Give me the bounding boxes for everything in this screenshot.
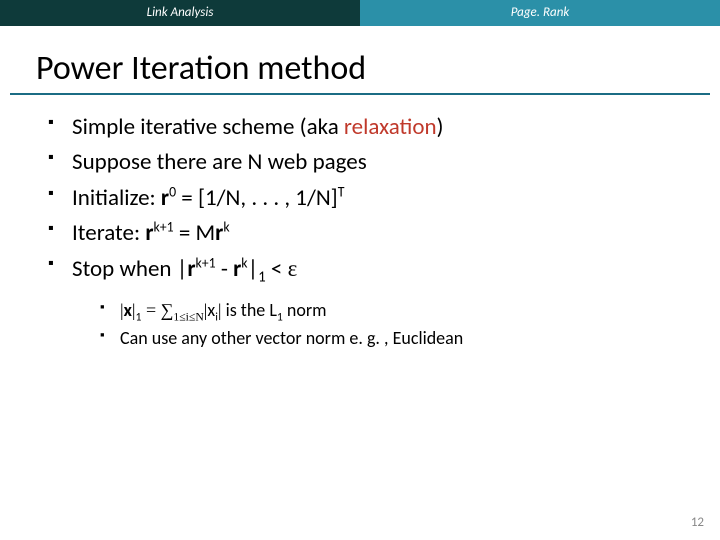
b5-sub1: 1 (258, 269, 266, 287)
b3-r: r (161, 184, 169, 212)
b4-eq: = M (174, 219, 216, 247)
b4-sup2: k (223, 218, 229, 235)
tab-link-analysis: Link Analysis (0, 0, 360, 26)
bullet-3: Initialize: r0 = [1/N, . . . , 1/N]T (48, 182, 680, 215)
b5-sup1: k+1 (196, 255, 216, 272)
b1-post: ) (437, 113, 444, 141)
b5-eps: ε (288, 256, 298, 281)
b5-r1: r (187, 255, 195, 283)
b4-sup1: k+1 (154, 218, 174, 235)
b1-highlight: relaxation (344, 113, 437, 141)
page-number: 12 (691, 515, 704, 530)
s1-x1: x (124, 299, 132, 321)
sub-bullet-2: Can use any other vector norm e. g. , Eu… (100, 325, 720, 352)
tab-page-rank: Page. Rank (360, 0, 720, 26)
s1-sum: = ∑ (141, 300, 173, 320)
b5-mid: - (216, 255, 233, 283)
b3-mid: = [1/N, . . . , 1/N] (176, 184, 338, 212)
b3-supT: T (338, 183, 345, 200)
b5-pre: Stop when | (72, 255, 187, 283)
title-underline (10, 93, 710, 95)
slide-title: Power Iteration method (36, 48, 720, 89)
tab-bar: Link Analysis Page. Rank (0, 0, 720, 26)
s1-sumsub: 1≤i≤N (173, 310, 203, 323)
bullet-list: Simple iterative scheme (aka relaxation)… (48, 111, 680, 287)
b1-pre: Simple iterative scheme (aka (72, 113, 344, 141)
bullet-1: Simple iterative scheme (aka relaxation) (48, 111, 680, 144)
sub-bullet-1: |x|1 = ∑1≤i≤N|xi| is the L1 norm (100, 297, 720, 324)
b5-lt: < (266, 255, 288, 283)
sub-bullet-list: |x|1 = ∑1≤i≤N|xi| is the L1 norm Can use… (100, 297, 720, 352)
bullet-4: Iterate: rk+1 = Mrk (48, 217, 680, 250)
b5-post: | (248, 255, 259, 283)
b4-pre: Iterate: (72, 219, 145, 247)
b4-r1: r (145, 219, 153, 247)
s1-tail: is the L (222, 299, 277, 321)
b3-pre: Initialize: (72, 184, 161, 212)
s1-norm: norm (283, 299, 327, 321)
bullet-5: Stop when |rk+1 - rk|1 < ε (48, 252, 680, 286)
bullet-2: Suppose there are N web pages (48, 146, 680, 179)
